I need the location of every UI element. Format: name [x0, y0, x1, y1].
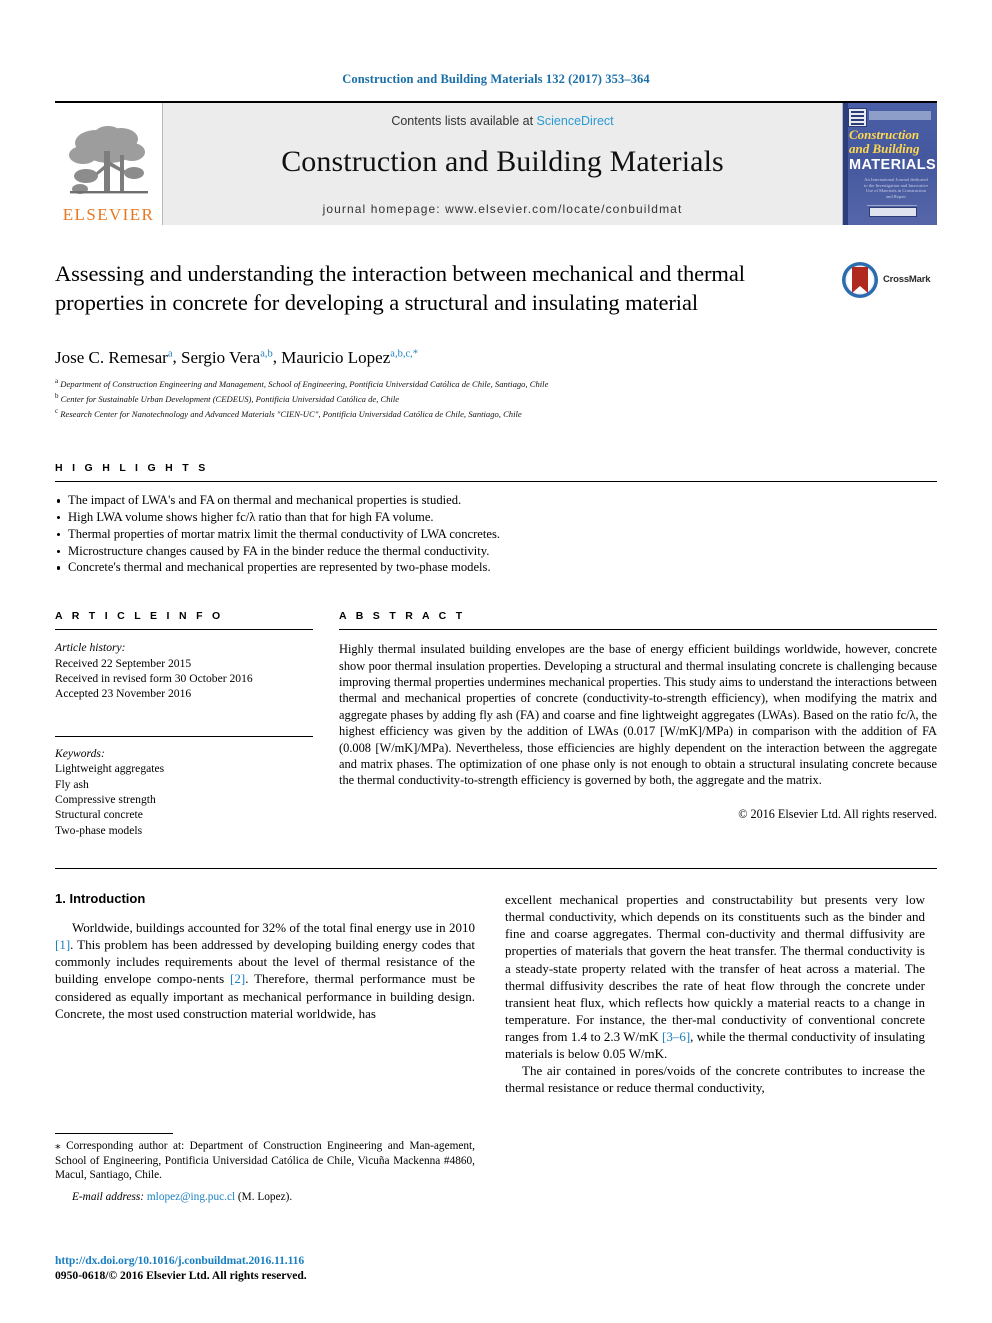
title-zone: Assessing and understanding the interact… — [55, 259, 937, 317]
column-left: 1. Introduction Worldwide, buildings acc… — [55, 891, 475, 1096]
affiliation-c: c Research Center for Nanotechnology and… — [55, 406, 522, 419]
corresponding-author-footnote: ⁎ Corresponding author at: Department of… — [55, 1133, 475, 1204]
email-suffix: (M. Lopez). — [237, 1190, 293, 1203]
column-right: excellent mechanical properties and cons… — [505, 891, 925, 1096]
abstract-heading: A B S T R A C T — [339, 610, 466, 623]
intro-paragraph-right: excellent mechanical properties and cons… — [505, 892, 925, 1062]
keyword-item: Fly ash — [55, 777, 89, 791]
elsevier-tree-icon — [68, 126, 148, 194]
keywords-label: Keywords: — [55, 746, 105, 760]
cover-title-line1: Construction — [849, 127, 920, 142]
author-3-marks: a,b,c,* — [390, 348, 418, 359]
masthead-center: Contents lists available at ScienceDirec… — [163, 103, 842, 225]
article-info-section: A R T I C L E I N F O Article history: R… — [55, 610, 313, 838]
affiliation-list: a Department of Construction Engineering… — [55, 375, 937, 420]
crossmark-label: CrossMark — [883, 274, 931, 285]
history-accepted: Accepted 23 November 2016 — [55, 687, 192, 701]
intro-paragraph-right-2: The air contained in pores/voids of the … — [505, 1063, 925, 1096]
keywords-block: Keywords: Lightweight aggregates Fly ash… — [55, 735, 313, 838]
list-item: Microstructure changes caused by FA in t… — [55, 543, 937, 560]
journal-title: Construction and Building Materials — [281, 145, 724, 178]
list-item: Concrete's thermal and mechanical proper… — [55, 559, 937, 576]
author-list: Jose C. Remesara, Sergio Veraa,b, Mauric… — [55, 347, 418, 367]
highlights-list: The impact of LWA's and FA on thermal an… — [55, 492, 937, 576]
crossmark-badge[interactable]: CrossMark — [841, 259, 937, 317]
keyword-item: Compressive strength — [55, 792, 156, 806]
crossmark-icon[interactable] — [841, 261, 879, 299]
keyword-item: Structural concrete — [55, 808, 143, 822]
page-title: Assessing and understanding the interact… — [55, 261, 745, 315]
sciencedirect-link[interactable]: ScienceDirect — [537, 114, 614, 128]
journal-masthead: ELSEVIER Contents lists available at Sci… — [55, 101, 937, 225]
author-3: Mauricio Lopeza,b,c,* — [281, 347, 418, 367]
list-item: The impact of LWA's and FA on thermal an… — [55, 492, 937, 509]
footnote-text: ⁎ Corresponding author at: Department of… — [55, 1140, 475, 1182]
author-1-marks: a — [167, 348, 173, 359]
footnote-divider — [55, 1133, 173, 1134]
author-2-marks: a,b — [260, 348, 273, 359]
affiliation-b: b Center for Sustainable Urban Developme… — [55, 391, 400, 404]
body-columns: 1. Introduction Worldwide, buildings acc… — [55, 891, 937, 1096]
contents-list-line: Contents lists available at ScienceDirec… — [391, 114, 613, 128]
article-history-label: Article history: — [55, 641, 126, 655]
keywords-list: Keywords: Lightweight aggregates Fly ash… — [55, 746, 313, 838]
info-abstract-block: A R T I C L E I N F O Article history: R… — [55, 610, 937, 838]
body-divider — [55, 868, 937, 870]
elsevier-logo: ELSEVIER — [55, 103, 163, 225]
list-item: High LWA volume shows higher fc/λ ratio … — [55, 509, 937, 526]
list-item: Thermal properties of mortar matrix limi… — [55, 526, 937, 543]
intro-paragraph-left: Worldwide, buildings accounted for 32% o… — [55, 920, 475, 1021]
cover-subtitle: An International Journal dedicated to th… — [863, 177, 929, 199]
elsevier-wordmark: ELSEVIER — [62, 205, 155, 224]
journal-cover-thumbnail[interactable]: Construction and Building MATERIALS An I… — [842, 103, 937, 225]
affiliation-a: a Department of Construction Engineering… — [55, 376, 549, 389]
history-revised: Received in revised form 30 October 2016 — [55, 671, 253, 685]
author-1: Jose C. Remesara — [55, 347, 173, 367]
keyword-item: Two-phase models — [55, 823, 143, 837]
paper-page: Construction and Building Materials 132 … — [0, 0, 992, 1323]
history-received: Received 22 September 2015 — [55, 656, 192, 670]
email-label: E-mail address: — [72, 1190, 145, 1203]
footnote-email-line: E-mail address: mlopez@ing.puc.cl (M. Lo… — [55, 1190, 475, 1205]
cover-title-line3: MATERIALS — [849, 157, 937, 173]
cover-publisher-mark — [869, 207, 917, 217]
highlights-heading: H I G H L I G H T S — [55, 462, 209, 475]
citation-3-6[interactable]: [3–6] — [662, 1029, 690, 1044]
journal-homepage[interactable]: journal homepage: www.elsevier.com/locat… — [323, 202, 683, 218]
citation-2[interactable]: [2] — [230, 971, 245, 986]
keyword-item: Lightweight aggregates — [55, 762, 165, 776]
issn-copyright-line: 0950-0618/© 2016 Elsevier Ltd. All right… — [55, 1269, 307, 1282]
article-history: Article history: Received 22 September 2… — [55, 640, 313, 702]
article-info-heading: A R T I C L E I N F O — [55, 610, 224, 623]
citation-1[interactable]: [1] — [55, 937, 70, 952]
publication-footer: http://dx.doi.org/10.1016/j.conbuildmat.… — [55, 1253, 307, 1283]
section-heading-introduction: 1. Introduction — [55, 891, 146, 907]
running-head: Construction and Building Materials 132 … — [342, 72, 650, 86]
email-link[interactable]: mlopez@ing.puc.cl — [147, 1191, 235, 1203]
abstract-text: Highly thermal insulated building envelo… — [339, 642, 937, 788]
abstract-section: A B S T R A C T Highly thermal insulated… — [339, 610, 937, 838]
author-2: Sergio Veraa,b — [181, 347, 273, 367]
cover-title-line2: and Building — [849, 141, 920, 156]
contents-prefix: Contents lists available at — [391, 114, 537, 128]
abstract-copyright: © 2016 Elsevier Ltd. All rights reserved… — [738, 806, 937, 821]
highlights-section: H I G H L I G H T S The impact of LWA's … — [55, 462, 937, 576]
cover-badge-icon — [848, 108, 867, 127]
doi-link[interactable]: http://dx.doi.org/10.1016/j.conbuildmat.… — [55, 1253, 307, 1268]
